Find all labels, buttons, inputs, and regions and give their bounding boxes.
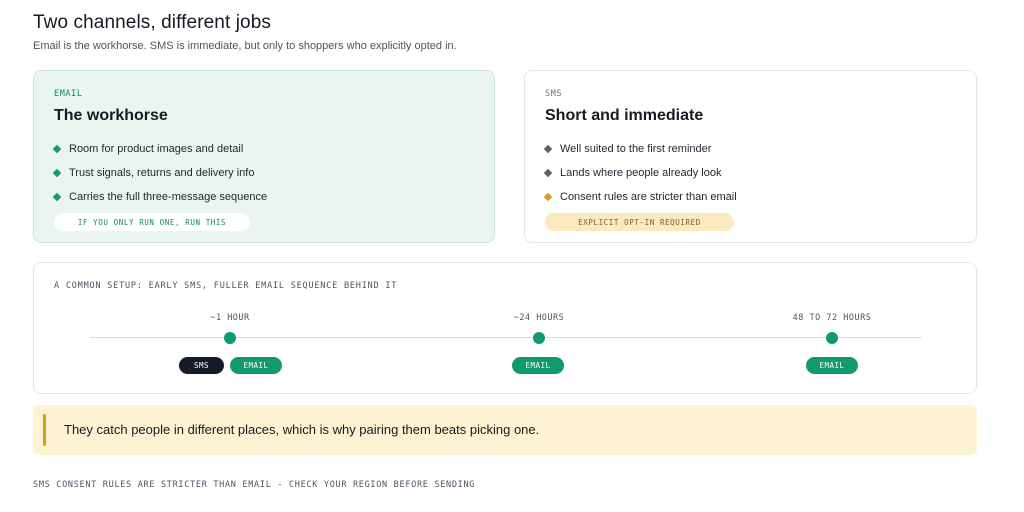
list-item: Well suited to the first reminder	[543, 137, 737, 161]
diamond-bullet-icon	[52, 192, 62, 202]
bullet-text: Well suited to the first reminder	[560, 143, 712, 155]
footer-note: SMS CONSENT RULES ARE STRICTER THAN EMAI…	[33, 480, 476, 490]
timeline-label: A COMMON SETUP: EARLY SMS, FULLER EMAIL …	[54, 281, 398, 291]
email-card: EMAIL The workhorse Room for product ima…	[33, 70, 495, 243]
diamond-bullet-icon	[52, 168, 62, 178]
timeline-step-time: 48 TO 72 HOURS	[792, 313, 872, 323]
callout-box: They catch people in different places, w…	[33, 405, 977, 455]
list-item: Room for product images and detail	[52, 137, 267, 161]
email-tag: EMAIL	[806, 357, 858, 374]
email-card-title: The workhorse	[54, 107, 168, 124]
bullet-text: Trust signals, returns and delivery info	[69, 167, 255, 179]
timeline-dot	[826, 332, 838, 344]
sms-kicker: SMS	[545, 89, 563, 99]
bullet-text: Lands where people already look	[560, 167, 722, 179]
sms-bullet-list: Well suited to the first reminder Lands …	[543, 137, 737, 209]
timeline-step-time: ~1 HOUR	[210, 313, 250, 323]
email-recommendation-badge: IF YOU ONLY RUN ONE, RUN THIS	[54, 213, 250, 231]
list-item: Carries the full three-message sequence	[52, 185, 268, 209]
bullet-text: Room for product images and detail	[69, 143, 244, 155]
email-bullet-list: Room for product images and detail Trust…	[52, 137, 268, 209]
sms-card-title: Short and immediate	[545, 107, 704, 124]
sms-optin-badge: EXPLICIT OPT-IN REQUIRED	[545, 213, 734, 231]
email-tag: EMAIL	[512, 357, 564, 374]
timeline-dot	[224, 332, 236, 344]
diamond-bullet-icon	[543, 168, 553, 178]
sms-card: SMS Short and immediate Well suited to t…	[524, 70, 977, 243]
sms-tag: SMS	[179, 357, 224, 374]
timeline-panel: A COMMON SETUP: EARLY SMS, FULLER EMAIL …	[33, 262, 977, 394]
page-title: Two channels, different jobs	[33, 12, 271, 33]
timeline-dot	[533, 332, 545, 344]
timeline-line	[90, 337, 922, 338]
diamond-bullet-icon	[52, 144, 62, 154]
email-tag: EMAIL	[230, 357, 282, 374]
list-item: Lands where people already look	[543, 161, 737, 185]
diamond-bullet-icon	[543, 144, 553, 154]
email-kicker: EMAIL	[54, 89, 83, 99]
warning-diamond-icon	[543, 192, 553, 202]
callout-text: They catch people in different places, w…	[64, 422, 540, 437]
bullet-text: Consent rules are stricter than email	[560, 191, 737, 203]
bullet-text: Carries the full three-message sequence	[69, 191, 268, 203]
list-item: Trust signals, returns and delivery info	[52, 161, 267, 185]
list-item: Consent rules are stricter than email	[543, 185, 737, 209]
timeline-step-time: ~24 HOURS	[513, 313, 565, 323]
callout-accent-bar	[43, 414, 46, 446]
page-subtitle: Email is the workhorse. SMS is immediate…	[33, 40, 457, 52]
